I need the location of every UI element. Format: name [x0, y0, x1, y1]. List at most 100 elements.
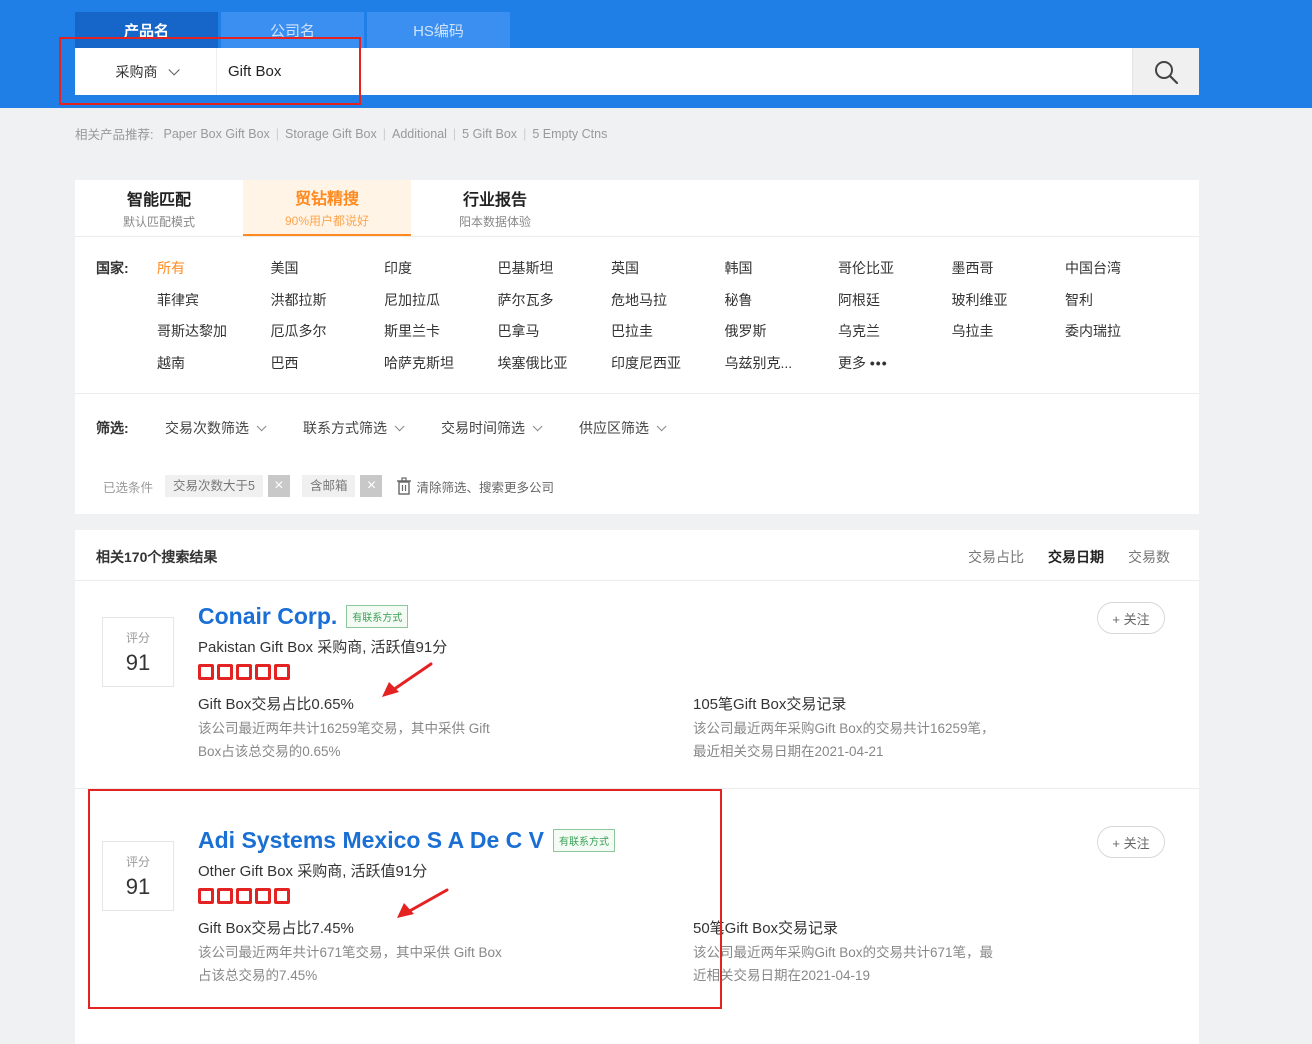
score-box: 评分 91 — [102, 617, 174, 687]
buyer-type-select[interactable]: 采购商 — [75, 48, 217, 95]
country-option[interactable]: 英国 — [611, 258, 725, 290]
mode-subtitle: 阳本数据体验 — [458, 215, 531, 229]
mode-title: 行业报告 — [462, 192, 527, 209]
country-option[interactable]: 越南 — [157, 353, 271, 385]
country-option[interactable]: 菲律宾 — [157, 290, 271, 322]
country-option[interactable]: 中国台湾 — [1065, 258, 1179, 290]
trade-time-filter-dropdown[interactable]: 交易时间筛选 — [441, 418, 543, 438]
sort-by-share[interactable]: 交易占比 — [968, 547, 1024, 567]
more-dots-icon: ••• — [869, 354, 888, 371]
country-option[interactable]: 厄瓜多尔 — [271, 321, 385, 353]
country-option[interactable]: 哥伦比亚 — [838, 258, 952, 290]
desc-line: 该公司最近两年共计671笔交易，其中采供 Gift Box — [198, 945, 502, 960]
search-input[interactable] — [217, 48, 1132, 95]
country-option[interactable]: 巴西 — [271, 353, 385, 385]
tab-product-name[interactable]: 产品名 — [75, 12, 218, 48]
country-option[interactable]: 哥斯达黎加 — [157, 321, 271, 353]
follow-button[interactable]: + 关注 — [1097, 602, 1165, 634]
search-bar: 采购商 — [75, 48, 1199, 95]
filter-panel: 智能匹配 默认匹配模式 贸钻精搜 90%用户都说好 行业报告 阳本数据体验 国家… — [75, 180, 1199, 514]
country-option[interactable]: 所有 — [157, 258, 271, 290]
score-label: 评分 — [125, 854, 150, 869]
desc-line: 占该总交易的7.45% — [198, 968, 318, 983]
country-option[interactable]: 埃塞俄比亚 — [498, 353, 612, 385]
filter-chip: 含邮箱 × — [301, 475, 383, 497]
score-label: 评分 — [125, 630, 150, 645]
country-option[interactable]: 俄罗斯 — [725, 321, 839, 353]
company-name-link[interactable]: Conair Corp. 有联系方式 — [198, 603, 409, 630]
desc-line: 该公司最近两年采购Gift Box的交易共计16259笔， — [693, 721, 995, 736]
divider — [75, 236, 1199, 237]
remove-chip-close-icon[interactable]: × — [267, 475, 290, 497]
country-option[interactable]: 印度 — [384, 258, 498, 290]
company-subline: Other Gift Box 采购商, 活跃值91分 — [198, 863, 428, 880]
sort-by-date[interactable]: 交易日期 — [1048, 547, 1104, 567]
country-option[interactable]: 韩国 — [725, 258, 839, 290]
dropdown-label: 联系方式筛选 — [303, 420, 387, 436]
country-option[interactable]: 萨尔瓦多 — [498, 290, 612, 322]
sort-by-count[interactable]: 交易数 — [1128, 547, 1170, 567]
country-filter-grid: 所有 美国 印度 巴基斯坦 英国 韩国 哥伦比亚 墨西哥 中国台湾 菲律宾 洪都… — [157, 258, 1179, 384]
mode-tab-industry-report[interactable]: 行业报告 阳本数据体验 — [411, 180, 579, 236]
star-icon — [255, 664, 271, 680]
contact-filter-dropdown[interactable]: 联系方式筛选 — [303, 418, 405, 438]
country-option[interactable]: 印度尼西亚 — [611, 353, 725, 385]
country-option[interactable]: 智利 — [1065, 290, 1179, 322]
mode-tab-smart-match[interactable]: 智能匹配 默认匹配模式 — [75, 180, 243, 236]
trash-icon — [397, 477, 412, 495]
dropdown-label: 供应区筛选 — [579, 420, 649, 436]
related-product-link[interactable]: 5 Empty Ctns — [532, 127, 607, 141]
supply-region-filter-dropdown[interactable]: 供应区筛选 — [579, 418, 667, 438]
clear-filters-button[interactable]: 清除筛选、搜索更多公司 — [396, 477, 554, 496]
country-option[interactable]: 巴拉圭 — [611, 321, 725, 353]
company-name-link[interactable]: Adi Systems Mexico S A De C V 有联系方式 — [198, 827, 615, 854]
sort-options: 交易占比 交易日期 交易数 — [968, 547, 1170, 567]
divider — [75, 393, 1199, 394]
search-button[interactable] — [1132, 48, 1199, 95]
related-product-link[interactable]: Paper Box Gift Box — [163, 127, 269, 141]
country-option[interactable]: 巴基斯坦 — [498, 258, 612, 290]
related-product-link[interactable]: Storage Gift Box — [285, 127, 377, 141]
tab-company-name[interactable]: 公司名 — [221, 12, 364, 48]
chevron-down-icon — [167, 63, 180, 76]
filter-chip-label: 含邮箱 — [301, 475, 356, 497]
country-option[interactable]: 委内瑞拉 — [1065, 321, 1179, 353]
has-contact-badge: 有联系方式 — [552, 829, 615, 852]
mode-tab-precise-search[interactable]: 贸钻精搜 90%用户都说好 — [243, 180, 411, 236]
country-option[interactable]: 秘鲁 — [725, 290, 839, 322]
tab-hs-code[interactable]: HS编码 — [367, 12, 510, 48]
country-option[interactable]: 乌兹别克... — [725, 353, 839, 385]
country-filter-label: 国家: — [96, 260, 129, 276]
follow-button[interactable]: + 关注 — [1097, 826, 1165, 858]
country-option[interactable]: 玻利维亚 — [952, 290, 1066, 322]
remove-chip-close-icon[interactable]: × — [360, 475, 383, 497]
country-more-link[interactable]: 更多 ••• — [838, 353, 952, 385]
separator: | — [275, 126, 280, 141]
country-option[interactable]: 危地马拉 — [611, 290, 725, 322]
country-option[interactable]: 尼加拉瓜 — [384, 290, 498, 322]
country-option[interactable]: 斯里兰卡 — [384, 321, 498, 353]
star-icon — [198, 888, 214, 904]
desc-line: Box占该总交易的0.65% — [198, 744, 341, 759]
country-option[interactable]: 墨西哥 — [952, 258, 1066, 290]
related-product-link[interactable]: Additional — [392, 127, 447, 141]
country-option[interactable]: 乌克兰 — [838, 321, 952, 353]
country-option[interactable]: 乌拉圭 — [952, 321, 1066, 353]
country-option[interactable]: 美国 — [271, 258, 385, 290]
related-product-link[interactable]: 5 Gift Box — [462, 127, 517, 141]
country-option[interactable]: 哈萨克斯坦 — [384, 353, 498, 385]
country-option[interactable]: 洪都拉斯 — [271, 290, 385, 322]
country-option[interactable]: 巴拿马 — [498, 321, 612, 353]
country-option[interactable]: 阿根廷 — [838, 290, 952, 322]
desc-line: 最近相关交易日期在2021-04-21 — [693, 744, 884, 759]
selected-conditions-label: 已选条件 — [103, 480, 154, 495]
trade-count-filter-dropdown[interactable]: 交易次数筛选 — [165, 418, 267, 438]
desc-line: 近相关交易日期在2021-04-19 — [693, 968, 871, 983]
more-label: 更多 — [838, 354, 866, 371]
star-icon — [217, 664, 233, 680]
chevron-down-icon — [394, 420, 405, 431]
trade-records-title: 50笔Gift Box交易记录 — [693, 920, 839, 937]
rating-stars — [198, 888, 290, 904]
score-value: 91 — [125, 873, 151, 899]
selected-conditions: 已选条件 交易次数大于5 × 含邮箱 × 清除筛选、搜索更多公司 — [103, 475, 554, 497]
